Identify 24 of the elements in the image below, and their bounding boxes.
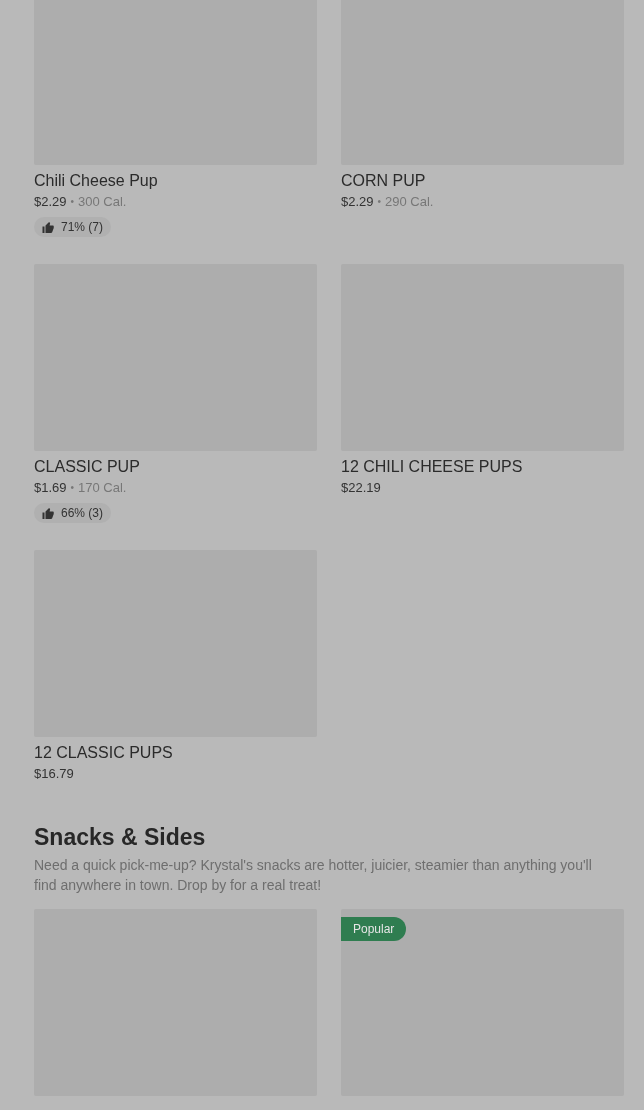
separator-dot: • (70, 195, 75, 209)
item-name[interactable]: CORN PUP (341, 171, 624, 191)
thumbs-up-icon (42, 507, 54, 519)
rating-text: 71% (7) (61, 220, 104, 234)
separator-dot: • (377, 195, 382, 209)
item-name[interactable]: CLASSIC PUP (34, 457, 317, 477)
item-price: $22.19 (341, 480, 381, 496)
item-calories: 170 Cal. (78, 480, 127, 496)
item-price: $2.29 (34, 194, 67, 210)
item-calories: 300 Cal. (78, 194, 127, 210)
item-name[interactable]: 12 CLASSIC PUPS (34, 743, 317, 763)
rating-text: 66% (3) (61, 506, 104, 520)
thumbs-up-icon (42, 221, 54, 233)
image-placeholder[interactable]: Popular (341, 909, 624, 1096)
item-price: $1.69 (34, 480, 67, 496)
item-name[interactable]: 12 CHILI CHEESE PUPS (341, 457, 624, 477)
section-title: Snacks & Sides (34, 824, 207, 851)
item-price: $2.29 (341, 194, 374, 210)
separator-dot: • (70, 481, 75, 495)
item-calories: 290 Cal. (385, 194, 434, 210)
item-price: $16.79 (34, 766, 74, 782)
item-name[interactable]: Chili Cheese Pup (34, 171, 317, 191)
popular-tag: Popular (341, 917, 407, 941)
section-description: Need a quick pick-me-up? Krystal's snacks are hotter, juicier, steamier than anything you'll find anywhere in town. Drop by for a real treat! (34, 856, 593, 895)
